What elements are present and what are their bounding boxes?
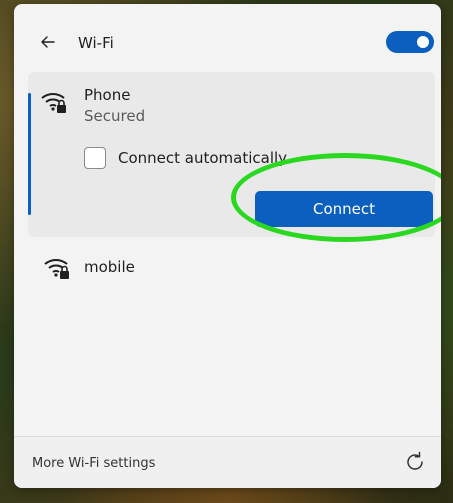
network-item-mobile[interactable]: mobile [28, 241, 435, 297]
page-title: Wi-Fi [78, 34, 114, 52]
wifi-secured-icon [40, 87, 68, 115]
refresh-icon[interactable] [403, 450, 427, 474]
toggle-knob [417, 36, 429, 48]
network-item-phone[interactable]: Phone Secured Connect automatically Conn… [28, 72, 435, 237]
wifi-toggle[interactable] [386, 31, 434, 53]
connect-button[interactable]: Connect [255, 191, 433, 227]
connect-automatically-checkbox[interactable] [84, 147, 106, 169]
more-wifi-settings-link[interactable]: More Wi-Fi settings [32, 456, 155, 471]
connect-automatically-label: Connect automatically [118, 149, 288, 167]
wifi-header: Wi-Fi [14, 4, 441, 76]
network-status: Secured [84, 107, 146, 125]
network-name: mobile [84, 258, 135, 276]
wifi-secured-icon [43, 253, 71, 281]
network-name: Phone [84, 86, 131, 104]
wifi-flyout: Wi-Fi Phone Secured Connect automaticall… [14, 4, 441, 488]
footer: More Wi-Fi settings [14, 437, 441, 488]
back-arrow-icon[interactable] [38, 32, 58, 52]
selection-accent-bar [28, 93, 31, 215]
